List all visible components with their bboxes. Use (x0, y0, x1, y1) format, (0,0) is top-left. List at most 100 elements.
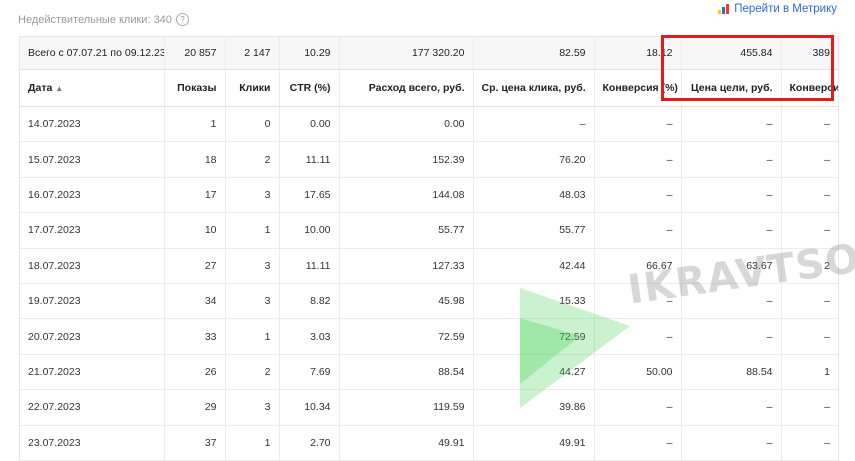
metrika-link[interactable]: Перейти в Метрику (718, 3, 837, 15)
cell-conversions: – (780, 141, 838, 178)
cell-shows: 37 (163, 425, 225, 461)
table-row[interactable]: 16.07.2023 17 3 17.65 144.08 48.03– – – (20, 177, 838, 214)
cell-ctr: 7.69 (278, 354, 339, 391)
table-row[interactable]: 21.07.2023 26 2 7.69 88.54 44.27 50.00 88.54 1 (20, 354, 838, 391)
cell-cost: 55.77 (338, 212, 473, 249)
cell-date: 17.07.2023 (20, 212, 164, 249)
column-header-cost[interactable]: Расход всего, руб. (338, 69, 473, 107)
table-row[interactable]: 18.07.2023 27 3 11.11 127.33 42.44 66.67 63.67 2 (20, 248, 838, 284)
table-row[interactable]: 20.07.2023 33 1 3.03 72.59 72.59– – – (20, 318, 838, 355)
cell-conversions: – (780, 212, 838, 249)
cell-goal-price: – (680, 283, 781, 320)
cell-goal-price: – (680, 389, 781, 426)
column-header-date-label[interactable]: Дата (28, 82, 52, 94)
table-row[interactable]: 17.07.2023 10 1 10.00 55.77 55.77– – – (20, 212, 838, 249)
cell-goal-price: – (680, 212, 781, 249)
cell-conversions: – (780, 283, 838, 320)
column-header-conversions[interactable]: Конверсии (780, 69, 838, 107)
cell-conversions: – (780, 425, 838, 461)
cell-ctr: 0.00 (278, 106, 339, 143)
column-header-ctr[interactable]: CTR (%) (278, 69, 339, 107)
cell-goal-price: – (680, 106, 781, 143)
cell-cpc: 48.03 (472, 177, 594, 214)
column-header-shows[interactable]: Показы (163, 69, 225, 107)
cell-cpc: 39.86 (472, 389, 594, 426)
cell-date: 15.07.2023 (20, 141, 164, 178)
cell-conversions: 1 (780, 354, 838, 391)
cell-shows: 1 (163, 106, 225, 143)
cell-ctr: 10.34 (278, 389, 339, 426)
cell-clicks: 0 (224, 106, 279, 143)
cell-goal-price: – (680, 141, 781, 178)
cell-cpc: 76.20 (472, 141, 594, 178)
cell-ctr: 3.03 (278, 318, 339, 355)
cell-shows: 27 (163, 248, 225, 284)
cell-ctr: 2.70 (278, 425, 339, 461)
cell-clicks: 3 (224, 248, 279, 284)
cell-shows: 26 (163, 354, 225, 391)
cell-conversions: – (780, 389, 838, 426)
cell-shows: 34 (163, 283, 225, 320)
cell-cpc: 44.27 (472, 354, 594, 391)
cell-goal-price: 63.67 (680, 248, 781, 284)
cell-cost: 127.33 (338, 248, 473, 284)
cell-conv-rate: – (593, 318, 681, 355)
column-header-clicks[interactable]: Клики (224, 69, 279, 107)
table-body: 14.07.2023 1 0 0.00 0.00– – – –15.07.2023 18 2 11.… (20, 106, 838, 461)
cell-date: 20.07.2023 (20, 318, 164, 355)
column-header-date[interactable]: Дата ▲ (20, 69, 164, 107)
cell-conv-rate: – (593, 425, 681, 461)
total-ctr: 10.29 (278, 37, 339, 70)
sort-ascending-icon[interactable]: ▲ (55, 84, 63, 93)
cell-cpc: 55.77 (472, 212, 594, 249)
metrika-link-label[interactable]: Перейти в Метрику (734, 3, 837, 15)
cell-cost: 144.08 (338, 177, 473, 214)
cell-date: 14.07.2023 (20, 106, 164, 143)
cell-clicks: 3 (224, 389, 279, 426)
cell-conv-rate: 50.00 (593, 354, 681, 391)
cell-cpc: – (472, 106, 594, 143)
cell-shows: 33 (163, 318, 225, 355)
cell-conversions: – (780, 177, 838, 214)
report-toolbar: Недействительные клики: 340 ? Перейти в … (0, 0, 855, 36)
table-row[interactable]: 14.07.2023 1 0 0.00 0.00– – – – (20, 106, 838, 143)
header-row: Дата ▲ Показы Клики CTR (%) Расход всего,… (20, 69, 838, 107)
cell-date: 19.07.2023 (20, 283, 164, 320)
column-header-cpc[interactable]: Ср. цена клика, руб. (472, 69, 594, 107)
cell-conversions: 2 (780, 248, 838, 284)
cell-conv-rate: – (593, 177, 681, 214)
total-conversions: 389 (780, 37, 838, 70)
cell-clicks: 3 (224, 177, 279, 214)
cell-date: 23.07.2023 (20, 425, 164, 461)
cell-conv-rate: – (593, 141, 681, 178)
cell-clicks: 3 (224, 283, 279, 320)
table-row[interactable]: 15.07.2023 18 2 11.11 152.39 76.20– – – (20, 141, 838, 178)
total-row: Всего с 07.07.21 по 09.12.23 20 857 2 14… (20, 37, 838, 70)
total-conv-rate: 18.12 (593, 37, 681, 70)
cell-cost: 45.98 (338, 283, 473, 320)
table-row[interactable]: 19.07.2023 34 3 8.82 45.98 15.33– – – (20, 283, 838, 320)
invalid-clicks-label: Недействительные клики: 340 (18, 13, 172, 26)
total-cpc: 82.59 (472, 37, 594, 70)
column-header-conv-rate[interactable]: Конверсия (%) (593, 69, 681, 107)
column-header-goal-price[interactable]: Цена цели, руб. (680, 69, 781, 107)
cell-conv-rate: 66.67 (593, 248, 681, 284)
cell-conversions: – (780, 106, 838, 143)
cell-ctr: 11.11 (278, 248, 339, 284)
cell-cpc: 72.59 (472, 318, 594, 355)
help-icon[interactable]: ? (175, 13, 189, 26)
cell-cost: 88.54 (338, 354, 473, 391)
cell-conv-rate: – (593, 283, 681, 320)
total-label: Всего с 07.07.21 по 09.12.23 (20, 37, 164, 70)
cell-goal-price: – (680, 318, 781, 355)
table-row[interactable]: 23.07.2023 37 1 2.70 49.91 49.91– – – (20, 425, 838, 461)
total-shows: 20 857 (163, 37, 225, 70)
cell-cpc: 42.44 (472, 248, 594, 284)
cell-conversions: – (780, 318, 838, 355)
cell-conv-rate: – (593, 389, 681, 426)
table-row[interactable]: 22.07.2023 29 3 10.34 119.59 39.86– – – (20, 389, 838, 426)
cell-date: 21.07.2023 (20, 354, 164, 391)
cell-goal-price: – (680, 425, 781, 461)
cell-cpc: 49.91 (472, 425, 594, 461)
total-goal-price: 455.84 (680, 37, 781, 70)
